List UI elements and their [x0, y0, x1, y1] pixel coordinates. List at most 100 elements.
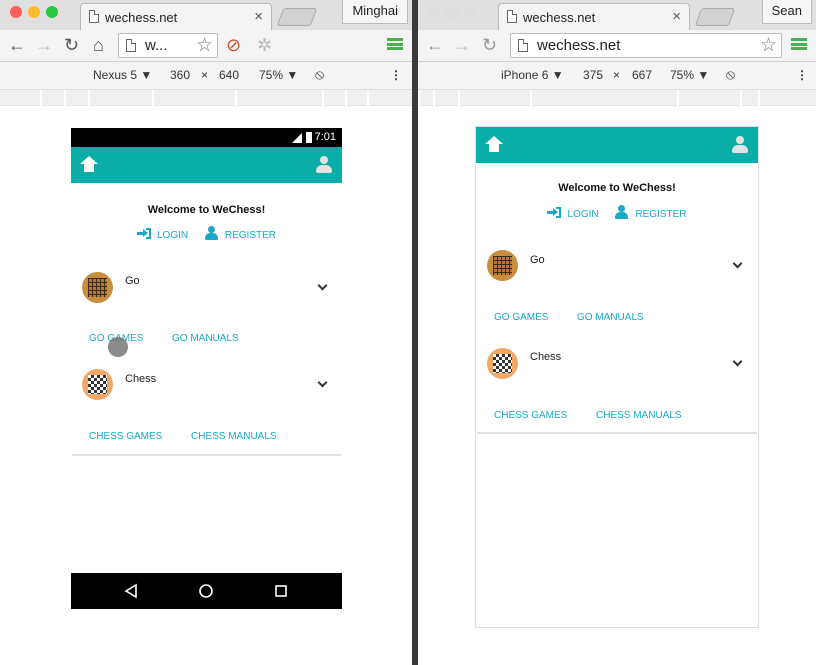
close-window-button[interactable] — [428, 6, 440, 18]
chess-games-link[interactable]: CHESS GAMES — [494, 410, 567, 421]
tab-strip: wechess.net × Minghai — [0, 0, 412, 30]
tab-strip: wechess.net × Sean — [418, 0, 816, 30]
login-link[interactable]: LOGIN — [136, 228, 189, 241]
menu-icon[interactable] — [791, 38, 807, 50]
menu-icon[interactable] — [387, 38, 403, 50]
zoom-value: 75% — [259, 68, 284, 82]
app-header — [476, 127, 758, 163]
touch-cursor — [108, 337, 128, 357]
device-width[interactable]: 375 — [583, 68, 603, 82]
page-icon — [518, 39, 528, 52]
address-bar[interactable]: w... ☆ — [118, 33, 218, 58]
extension-icon[interactable]: ⊘ — [226, 35, 241, 56]
game-item-go[interactable]: Go — [71, 268, 342, 308]
device-select[interactable]: Nexus 5 ▼ — [93, 68, 152, 82]
profile-button[interactable]: Minghai — [342, 0, 408, 24]
game-item-go[interactable]: Go — [476, 246, 758, 286]
chess-avatar — [487, 348, 518, 379]
game-item-chess[interactable]: Chess — [71, 365, 342, 405]
login-label: LOGIN — [156, 230, 189, 241]
game-name: Chess — [125, 373, 157, 385]
go-avatar — [82, 272, 113, 303]
go-games-link[interactable]: GO GAMES — [494, 312, 548, 323]
zoom-select[interactable]: 75% ▼ — [259, 68, 298, 82]
viewport: Welcome to WeChess! LOGIN REGISTER Go GO… — [418, 106, 816, 665]
register-icon — [615, 205, 629, 219]
game-name: Go — [125, 275, 140, 287]
android-status-bar: 7:01 — [71, 128, 342, 147]
device-name: Nexus 5 — [93, 68, 138, 82]
nexus-device: 7:01 Welcome to WeChess! LOGIN REGISTER … — [71, 128, 342, 609]
more-icon[interactable]: ⋮ — [796, 68, 808, 82]
address-text: wechess.net — [537, 37, 621, 54]
star-icon[interactable]: ☆ — [760, 34, 777, 57]
chevron-down-icon[interactable] — [317, 377, 328, 388]
nav-recents-icon[interactable] — [275, 585, 287, 597]
chess-games-link[interactable]: CHESS GAMES — [89, 431, 162, 442]
times-sign: × — [201, 68, 209, 82]
chevron-down-icon[interactable] — [732, 258, 743, 269]
list-divider — [72, 454, 341, 456]
zoom-window-button[interactable] — [464, 6, 476, 18]
signal-icon — [292, 133, 302, 143]
close-tab-icon[interactable]: × — [254, 8, 263, 25]
minimize-window-button[interactable] — [446, 6, 458, 18]
more-icon[interactable]: ⋮ — [390, 68, 402, 82]
device-width[interactable]: 360 — [170, 68, 190, 82]
extension-icon-2[interactable]: ✲ — [257, 35, 272, 56]
chevron-down-icon[interactable] — [732, 356, 743, 367]
user-icon[interactable] — [732, 136, 748, 154]
register-label: REGISTER — [635, 209, 687, 220]
new-tab-button[interactable] — [276, 8, 318, 26]
media-query-ruler — [418, 90, 816, 106]
zoom-window-button[interactable] — [46, 6, 58, 18]
browser-toolbar: ← → ↻ ⌂ w... ☆ ⊘ ✲ — [0, 30, 412, 62]
rotate-icon[interactable]: ⦸ — [315, 66, 324, 83]
game-item-chess[interactable]: Chess — [476, 344, 758, 384]
chess-manuals-link[interactable]: CHESS MANUALS — [191, 431, 277, 442]
new-tab-button[interactable] — [694, 8, 736, 26]
zoom-select[interactable]: 75% ▼ — [670, 68, 709, 82]
home-icon[interactable] — [80, 156, 98, 172]
star-icon[interactable]: ☆ — [196, 34, 213, 57]
forward-icon[interactable]: → — [453, 35, 471, 56]
device-height[interactable]: 640 — [219, 68, 239, 82]
device-name: iPhone 6 — [501, 68, 549, 82]
chevron-down-icon[interactable] — [317, 280, 328, 291]
register-link[interactable]: REGISTER — [615, 205, 687, 220]
game-name: Chess — [530, 351, 562, 363]
login-icon — [547, 207, 562, 218]
login-link[interactable]: LOGIN — [547, 207, 599, 220]
register-link[interactable]: REGISTER — [204, 226, 276, 241]
page-icon — [507, 10, 517, 23]
device-select[interactable]: iPhone 6 ▼ — [501, 68, 564, 82]
welcome-heading: Welcome to WeChess! — [147, 204, 266, 216]
window-controls — [10, 5, 64, 23]
reload-icon[interactable]: ↻ — [64, 35, 79, 56]
chess-manuals-link[interactable]: CHESS MANUALS — [596, 410, 682, 421]
profile-button[interactable]: Sean — [761, 0, 812, 24]
browser-tab[interactable]: wechess.net × — [80, 3, 272, 30]
android-nav-bar — [71, 573, 342, 609]
user-icon[interactable] — [316, 156, 332, 174]
address-bar[interactable]: wechess.net ☆ — [510, 33, 782, 58]
close-window-button[interactable] — [10, 6, 22, 18]
minimize-window-button[interactable] — [28, 6, 40, 18]
battery-icon — [306, 132, 312, 143]
close-tab-icon[interactable]: × — [672, 8, 681, 25]
rotate-icon[interactable]: ⦸ — [726, 66, 735, 83]
go-manuals-link[interactable]: GO MANUALS — [577, 312, 644, 323]
go-manuals-link[interactable]: GO MANUALS — [172, 333, 239, 344]
forward-icon[interactable]: → — [35, 35, 53, 56]
home-icon[interactable] — [485, 136, 503, 152]
reload-icon[interactable]: ↻ — [482, 35, 497, 56]
browser-window-left: wechess.net × Minghai ← → ↻ ⌂ w... ☆ ⊘ ✲… — [0, 0, 412, 665]
back-icon[interactable]: ← — [426, 35, 444, 56]
home-button-icon[interactable]: ⌂ — [93, 35, 104, 56]
nav-back-icon[interactable] — [124, 583, 137, 599]
back-icon[interactable]: ← — [8, 35, 26, 56]
tab-title: wechess.net — [523, 10, 596, 25]
device-height[interactable]: 667 — [632, 68, 652, 82]
nav-home-icon[interactable] — [199, 584, 213, 598]
browser-tab[interactable]: wechess.net × — [498, 3, 690, 30]
